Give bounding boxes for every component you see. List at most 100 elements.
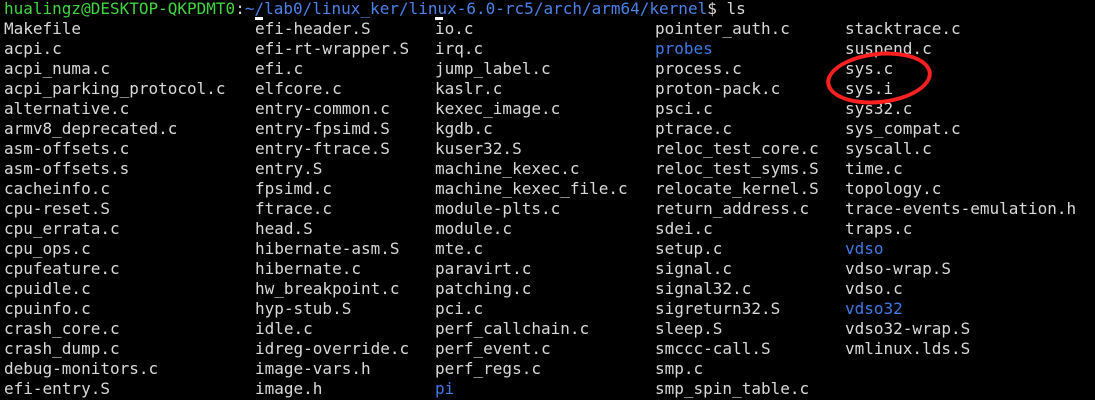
file-entry: psci.c xyxy=(655,99,713,118)
file-entry: pci.c xyxy=(435,299,484,318)
file-entry: perf_event.c xyxy=(435,339,551,358)
file-entry: setup.c xyxy=(655,239,723,258)
prompt-separator: : xyxy=(235,0,245,18)
listing-column-2: efi-header.S efi-rt-wrapper.S efi.c elfcore… xyxy=(255,19,409,399)
file-entry: efi.c xyxy=(255,59,304,78)
terminal-window[interactable]: hualingz@DESKTOP-QKPDMT0:~/lab0/linux_ke… xyxy=(0,0,1095,400)
prompt-command: $ ls xyxy=(707,0,746,18)
file-entry: debug-monitors.c xyxy=(4,359,159,378)
directory-entry: vdso xyxy=(845,239,884,258)
file-entry: ftrace.c xyxy=(255,199,333,218)
shell-prompt: hualingz@DESKTOP-QKPDMT0:~/lab0/linux_ke… xyxy=(4,0,746,19)
file-entry: machine_kexec_file.c xyxy=(435,179,628,198)
file-entry: hibernate.c xyxy=(255,259,361,278)
file-entry: entry-common.c xyxy=(255,99,390,118)
file-entry: signal.c xyxy=(655,259,733,278)
file-entry: sleep.S xyxy=(655,319,723,338)
file-entry: syscall.c xyxy=(845,139,932,158)
file-entry: acpi.c xyxy=(4,39,62,58)
file-entry: patching.c xyxy=(435,279,532,298)
file-entry: perf_regs.c xyxy=(435,359,541,378)
file-entry: stacktrace.c xyxy=(845,19,961,38)
file-entry: return_address.c xyxy=(655,199,810,218)
listing-column-3: io.c irq.c jump_label.c kaslr.c kexec_image.… xyxy=(435,19,628,399)
file-entry: image.h xyxy=(255,379,323,398)
file-entry: jump_label.c xyxy=(435,59,551,78)
file-entry: cpu-reset.S xyxy=(4,199,110,218)
file-entry: vdso32-wrap.S xyxy=(845,319,971,338)
file-entry: idreg-override.c xyxy=(255,339,410,358)
file-entry: pointer_auth.c xyxy=(655,19,790,38)
file-entry: smp.c xyxy=(655,359,704,378)
listing-column-5: stacktrace.c suspend.c sys.c sys.i sys32.c sy… xyxy=(845,19,1076,359)
file-entry: suspend.c xyxy=(845,39,932,58)
file-entry: relocate_kernel.S xyxy=(655,179,819,198)
file-entry: kuser32.S xyxy=(435,139,522,158)
file-entry: sys32.c xyxy=(845,99,913,118)
file-entry: kgdb.c xyxy=(435,119,493,138)
file-entry: sys_compat.c xyxy=(845,119,961,138)
file-entry: paravirt.c xyxy=(435,259,532,278)
file-entry: armv8_deprecated.c xyxy=(4,119,178,138)
file-entry: asm-offsets.c xyxy=(4,139,130,158)
file-entry: cpufeature.c xyxy=(4,259,120,278)
prompt-path: ~/lab0/linux_ker/linux-6.0-rc5/arch/arm6… xyxy=(244,0,708,18)
file-entry: io.c xyxy=(435,19,474,38)
file-entry: cacheinfo.c xyxy=(4,179,110,198)
file-entry: smp_spin_table.c xyxy=(655,379,810,398)
file-entry: acpi_parking_protocol.c xyxy=(4,79,226,98)
file-entry: kaslr.c xyxy=(435,79,503,98)
file-entry: smccc-call.S xyxy=(655,339,771,358)
file-entry: Makefile xyxy=(4,19,82,38)
file-entry: head.S xyxy=(255,219,313,238)
file-entry: efi-header.S xyxy=(255,19,371,38)
listing-column-4: pointer_auth.c probes process.c proton-pack… xyxy=(655,19,819,399)
prompt-user-host: hualingz@DESKTOP-QKPDMT0 xyxy=(4,0,236,18)
file-entry: trace-events-emulation.h xyxy=(845,199,1077,218)
directory-entry: vdso32 xyxy=(845,299,903,318)
file-entry: alternative.c xyxy=(4,99,130,118)
file-entry: elfcore.c xyxy=(255,79,342,98)
file-entry: module.c xyxy=(435,219,513,238)
listing-column-1: Makefile acpi.c acpi_numa.c acpi_parking_pr… xyxy=(4,19,226,399)
file-entry: reloc_test_core.c xyxy=(655,139,819,158)
file-entry: module-plts.c xyxy=(435,199,561,218)
file-entry: vdso-wrap.S xyxy=(845,259,951,278)
file-entry: vdso.c xyxy=(845,279,903,298)
file-entry: entry-ftrace.S xyxy=(255,139,390,158)
file-entry: cpuinfo.c xyxy=(4,299,91,318)
file-entry: crash_core.c xyxy=(4,319,120,338)
file-entry: image-vars.h xyxy=(255,359,371,378)
file-entry: process.c xyxy=(655,59,742,78)
file-entry: hw_breakpoint.c xyxy=(255,279,400,298)
file-entry: entry-fpsimd.S xyxy=(255,119,390,138)
file-entry: cpu_errata.c xyxy=(4,219,120,238)
file-entry: hyp-stub.S xyxy=(255,299,352,318)
file-entry: efi-entry.S xyxy=(4,379,110,398)
file-entry: fpsimd.c xyxy=(255,179,333,198)
file-entry: time.c xyxy=(845,159,903,178)
file-entry: irq.c xyxy=(435,39,484,58)
file-entry: sigreturn32.S xyxy=(655,299,781,318)
file-entry: reloc_test_syms.S xyxy=(655,159,819,178)
file-entry: perf_callchain.c xyxy=(435,319,590,338)
file-entry: cpu_ops.c xyxy=(4,239,91,258)
file-entry: efi-rt-wrapper.S xyxy=(255,39,410,58)
file-entry: topology.c xyxy=(845,179,942,198)
file-entry: machine_kexec.c xyxy=(435,159,580,178)
file-entry: crash_dump.c xyxy=(4,339,120,358)
file-entry: cpuidle.c xyxy=(4,279,91,298)
file-entry: sdei.c xyxy=(655,219,713,238)
file-entry: asm-offsets.s xyxy=(4,159,130,178)
file-entry: traps.c xyxy=(845,219,913,238)
file-entry: entry.S xyxy=(255,159,323,178)
file-entry: hibernate-asm.S xyxy=(255,239,400,258)
file-entry: idle.c xyxy=(255,319,313,338)
file-entry: vmlinux.lds.S xyxy=(845,339,971,358)
file-entry: sys.i xyxy=(845,79,894,98)
file-entry: signal32.c xyxy=(655,279,752,298)
file-entry: mte.c xyxy=(435,239,484,258)
directory-entry: pi xyxy=(435,379,455,398)
file-entry: kexec_image.c xyxy=(435,99,561,118)
file-entry: ptrace.c xyxy=(655,119,733,138)
